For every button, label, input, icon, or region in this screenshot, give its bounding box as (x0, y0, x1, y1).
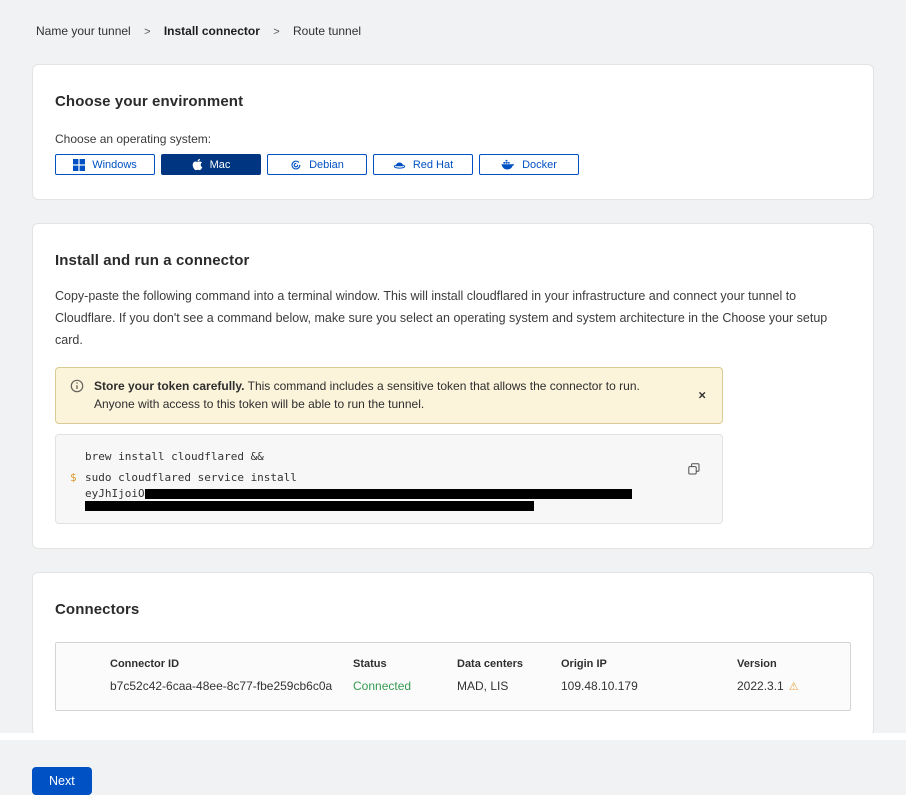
status-badge: Connected (353, 679, 457, 693)
origin-ip-value: 109.48.10.179 (561, 679, 737, 693)
close-icon[interactable]: × (694, 386, 710, 405)
install-card-title: Install and run a connector (55, 252, 851, 269)
os-button-debian[interactable]: Debian (267, 154, 367, 175)
version-value: 2022.3.1 ⚠ (737, 679, 830, 693)
version-warning-icon: ⚠ (789, 681, 799, 693)
environment-card-title: Choose your environment (55, 93, 851, 110)
breadcrumb-separator: > (144, 26, 150, 38)
code-line: brew install cloudflared && (70, 446, 708, 467)
redacted-token-bar (85, 501, 534, 511)
os-select-label: Choose an operating system: (55, 132, 851, 146)
code-token-line: eyJhIjoiO (70, 488, 708, 500)
connector-id-value: b7c52c42-6caa-48ee-8c77-fbe259cb6c0a (110, 679, 353, 693)
os-button-docker[interactable]: Docker (479, 154, 579, 175)
info-icon (70, 379, 84, 399)
breadcrumb: Name your tunnel > Install connector > R… (0, 0, 906, 38)
redhat-icon (393, 159, 406, 171)
token-prefix: eyJhIjoiO (85, 488, 145, 500)
copy-icon[interactable] (686, 461, 702, 477)
code-line: $ sudo cloudflared service install (70, 467, 708, 488)
code-token-line (70, 501, 708, 511)
connectors-card: Connectors Connector ID Status Data cent… (32, 572, 874, 736)
os-button-label: Windows (92, 159, 137, 171)
breadcrumb-separator: > (273, 26, 279, 38)
data-centers-value: MAD, LIS (457, 679, 561, 693)
install-description: Copy-paste the following command into a … (55, 286, 851, 352)
version-number: 2022.3.1 (737, 679, 784, 693)
code-line-text: sudo cloudflared service install (85, 467, 297, 488)
token-warning-banner: Store your token carefully. This command… (55, 367, 723, 424)
breadcrumb-item-install-connector[interactable]: Install connector (164, 24, 260, 38)
column-header-version: Version (737, 658, 830, 670)
os-button-windows[interactable]: Windows (55, 154, 155, 175)
os-button-redhat[interactable]: Red Hat (373, 154, 473, 175)
choose-environment-card: Choose your environment Choose an operat… (32, 64, 874, 200)
breadcrumb-item-name-your-tunnel[interactable]: Name your tunnel (36, 24, 131, 38)
next-button[interactable]: Next (32, 767, 92, 795)
column-header-status: Status (353, 658, 457, 670)
windows-icon (73, 159, 85, 171)
column-header-connector-id: Connector ID (110, 658, 353, 670)
connectors-card-title: Connectors (55, 601, 851, 618)
shell-prompt: $ (70, 467, 85, 488)
debian-icon (290, 159, 302, 171)
breadcrumb-item-route-tunnel[interactable]: Route tunnel (293, 24, 361, 38)
footer-strip (0, 733, 906, 740)
connectors-table: Connector ID Status Data centers Origin … (55, 642, 851, 711)
column-header-origin-ip: Origin IP (561, 658, 737, 670)
redacted-token-bar (145, 489, 632, 499)
code-line-text: brew install cloudflared && (85, 446, 270, 467)
install-connector-card: Install and run a connector Copy-paste t… (32, 223, 874, 549)
os-button-mac[interactable]: Mac (161, 154, 261, 175)
os-button-label: Debian (309, 159, 344, 171)
os-button-label: Docker (522, 159, 557, 171)
os-button-label: Red Hat (413, 159, 453, 171)
os-button-group: Windows Mac Debian Red Hat Docker (55, 154, 851, 175)
column-header-data-centers: Data centers (457, 658, 561, 670)
token-warning-text: Store your token carefully. This command… (94, 377, 708, 414)
token-warning-bold: Store your token carefully. (94, 379, 245, 393)
install-command-codeblock: brew install cloudflared && $ sudo cloud… (55, 434, 723, 524)
apple-icon (192, 158, 203, 171)
docker-icon (501, 159, 515, 170)
os-button-label: Mac (210, 159, 231, 171)
